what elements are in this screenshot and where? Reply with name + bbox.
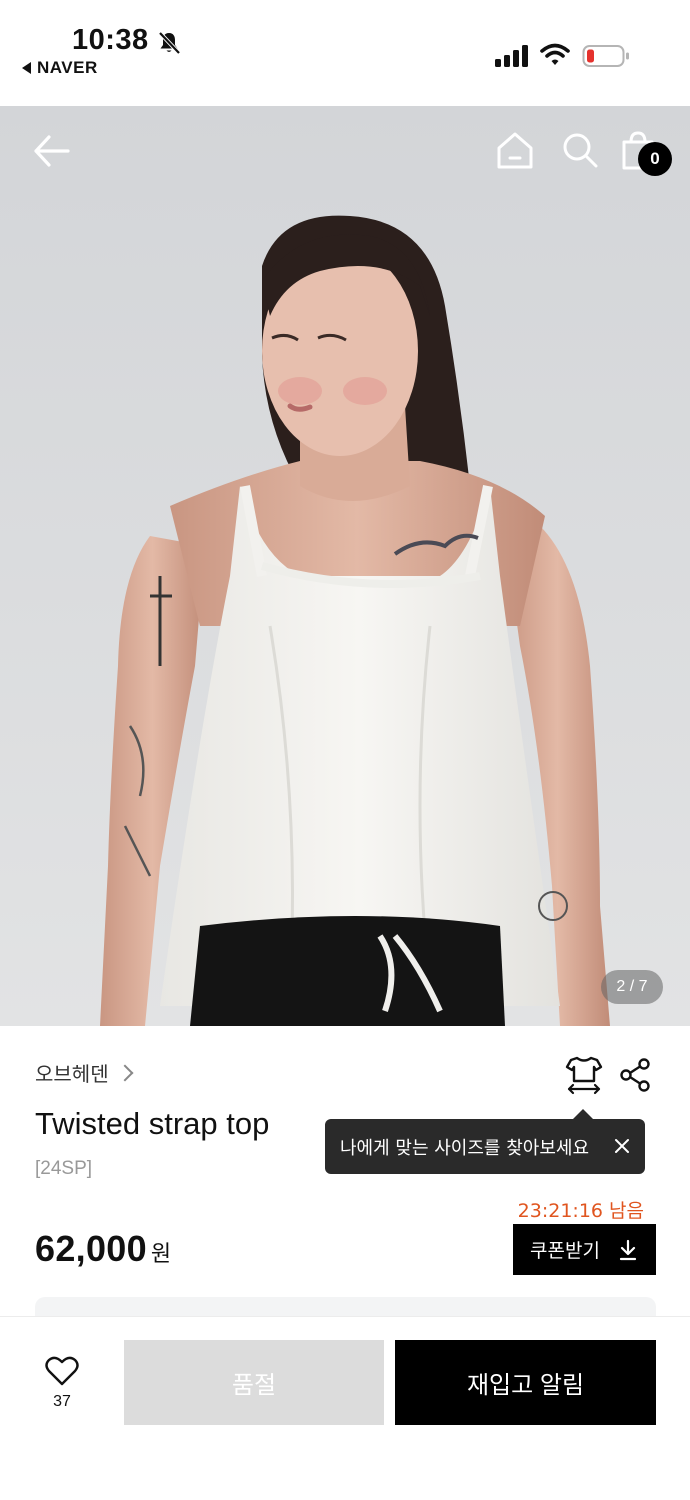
product-title: Twisted strap top xyxy=(35,1106,270,1141)
back-triangle-icon xyxy=(22,62,31,74)
share-icon[interactable] xyxy=(618,1058,652,1092)
cellular-signal-icon xyxy=(495,45,528,67)
soldout-button: 품절 xyxy=(124,1340,384,1425)
bottom-action-bar: 37 품절 재입고 알림 xyxy=(0,1316,690,1500)
cart-count-badge[interactable]: 0 xyxy=(638,142,672,176)
price-currency: 원 xyxy=(150,1242,172,1267)
search-icon[interactable] xyxy=(562,132,598,168)
size-guide-icon[interactable] xyxy=(565,1055,603,1095)
like-count: 37 xyxy=(53,1393,71,1410)
status-time: 10:38 xyxy=(72,24,149,56)
bell-mute-icon xyxy=(158,31,181,55)
brand-link[interactable]: 오브헤덴 xyxy=(35,1058,134,1087)
heart-icon xyxy=(45,1356,79,1386)
back-to-app-link[interactable]: NAVER xyxy=(22,58,98,78)
chevron-right-icon xyxy=(116,1064,134,1081)
product-season: [24SP] xyxy=(35,1158,93,1179)
status-bar: 10:38 NAVER xyxy=(0,0,690,106)
home-icon[interactable] xyxy=(496,130,534,170)
product-image-gallery[interactable]: 0 2 / 7 xyxy=(0,106,690,1026)
coupon-download-button[interactable]: 쿠폰받기 xyxy=(513,1224,656,1275)
product-price: 62,000 원 xyxy=(35,1228,171,1270)
like-button[interactable]: 37 xyxy=(40,1355,84,1411)
close-icon[interactable] xyxy=(613,1137,631,1155)
download-icon xyxy=(619,1239,637,1260)
wifi-icon xyxy=(540,43,570,65)
coupon-countdown: 23:21:16 남음 xyxy=(517,1200,644,1222)
image-counter: 2 / 7 xyxy=(601,970,663,1004)
tooltip-text: 나에게 맞는 사이즈를 찾아보세요 xyxy=(340,1137,590,1159)
back-arrow-icon[interactable] xyxy=(32,134,72,168)
brand-name: 오브헤덴 xyxy=(35,1062,109,1086)
size-guide-tooltip[interactable]: 나에게 맞는 사이즈를 찾아보세요 xyxy=(325,1109,645,1174)
product-photo xyxy=(0,106,690,1026)
back-app-label: NAVER xyxy=(37,58,98,77)
price-amount: 62,000 xyxy=(35,1228,147,1269)
coupon-button-label: 쿠폰받기 xyxy=(530,1240,600,1262)
restock-alert-button[interactable]: 재입고 알림 xyxy=(395,1340,656,1425)
battery-low-icon xyxy=(582,45,629,67)
